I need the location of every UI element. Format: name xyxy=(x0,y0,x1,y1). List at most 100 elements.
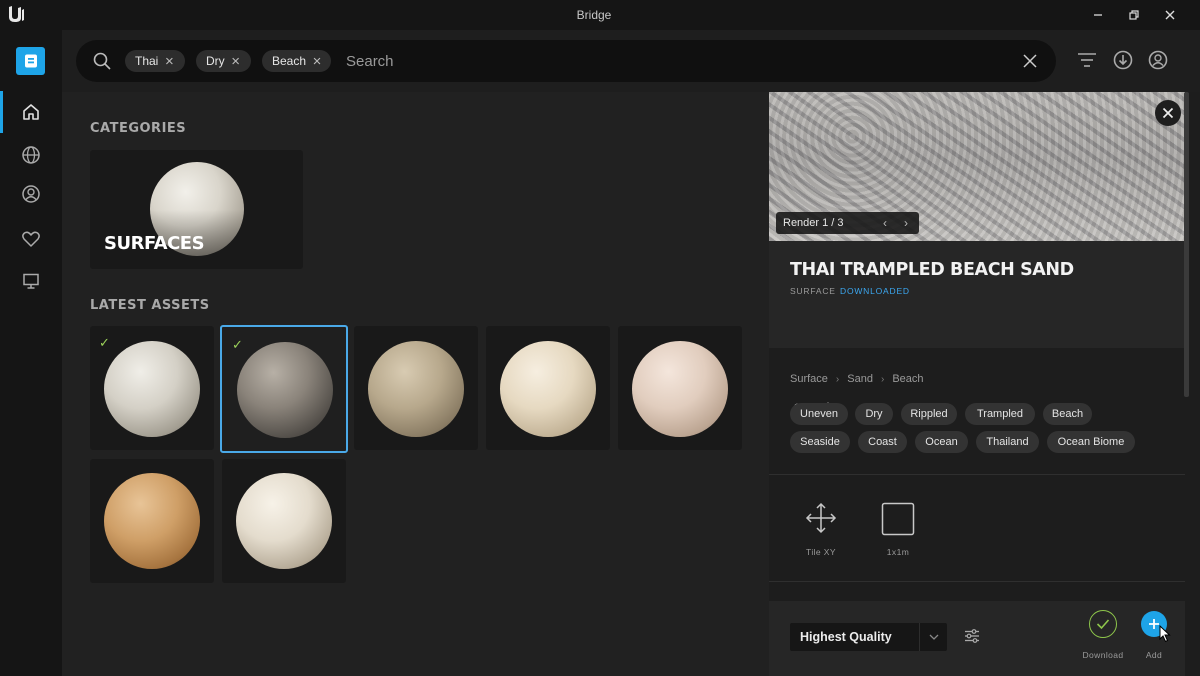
render-pager: Render 1 / 3 ‹ › xyxy=(776,212,919,234)
bridge-logo-icon xyxy=(24,54,37,68)
download-button[interactable] xyxy=(1089,610,1117,638)
filter-icon xyxy=(1078,53,1096,67)
asset-tile[interactable] xyxy=(222,459,346,583)
tag-chip[interactable]: Thailand xyxy=(976,431,1039,453)
search-input[interactable] xyxy=(346,48,946,74)
asset-tile[interactable] xyxy=(90,459,214,583)
filter-chip-beach[interactable]: Beach × xyxy=(262,50,331,72)
panel-scrollbar[interactable] xyxy=(1184,92,1189,397)
asset-title-block: THAI TRAMPLED BEACH SAND SURFACE DOWNLOA… xyxy=(769,241,1185,416)
divider xyxy=(769,474,1185,475)
asset-preview-sphere xyxy=(632,341,728,437)
search-bar: Thai × Dry × Beach × xyxy=(76,40,1056,82)
close-icon xyxy=(1023,54,1037,68)
bridge-app: Bridge Thai × Dry × Beach × Search CATEG… xyxy=(0,0,1200,676)
nav-explore[interactable] xyxy=(16,140,46,170)
nav-favorites[interactable] xyxy=(16,224,46,254)
asset-render-preview[interactable]: Render 1 / 3 ‹ › xyxy=(769,92,1185,241)
home-icon xyxy=(23,104,39,120)
clear-search-button[interactable] xyxy=(1020,51,1040,71)
asset-preview-sphere xyxy=(236,473,332,569)
add-label: Add xyxy=(1145,650,1163,660)
user-icon xyxy=(1148,50,1168,70)
chevron-down-icon[interactable] xyxy=(919,623,947,651)
tag-chip[interactable]: Trampled xyxy=(965,403,1035,425)
chevron-right-icon: › xyxy=(880,373,885,385)
tag-chip[interactable]: Seaside xyxy=(790,431,850,453)
monitor-icon xyxy=(23,273,39,289)
breadcrumb-item[interactable]: Surface xyxy=(790,373,828,385)
search-header: Thai × Dry × Beach × xyxy=(62,30,1200,92)
move-arrows-icon xyxy=(805,502,837,534)
filter-chip-dry[interactable]: Dry × xyxy=(196,50,251,72)
close-icon xyxy=(1162,107,1174,119)
tag-chip[interactable]: Dry xyxy=(855,403,893,425)
tile-xy-label: Tile XY xyxy=(806,547,836,557)
minimize-button[interactable] xyxy=(1088,6,1108,24)
asset-tile[interactable] xyxy=(618,326,742,450)
chip-label: Beach xyxy=(272,54,307,68)
filter-chip-thai[interactable]: Thai × xyxy=(125,50,185,72)
asset-preview-sphere xyxy=(104,473,200,569)
nav-account[interactable] xyxy=(16,179,46,209)
asset-tile[interactable] xyxy=(354,326,478,450)
asset-title: THAI TRAMPLED BEACH SAND xyxy=(790,260,1074,280)
category-label: SURFACES xyxy=(104,233,205,254)
close-icon xyxy=(1165,10,1175,20)
maximize-button[interactable] xyxy=(1124,6,1144,24)
tag-chip[interactable]: Rippled xyxy=(901,403,957,425)
breadcrumb-item[interactable]: Beach xyxy=(892,373,923,385)
home-content: CATEGORIES SURFACES LATEST ASSETS ✓ ✓ xyxy=(62,92,769,676)
category-tile-surfaces[interactable]: SURFACES xyxy=(90,150,303,269)
title-bar: Bridge xyxy=(0,0,1200,30)
square-icon xyxy=(881,502,915,536)
chip-label: Thai xyxy=(135,54,159,68)
quality-select[interactable]: Highest Quality xyxy=(790,623,947,651)
minimize-icon xyxy=(1094,14,1102,16)
breadcrumb-item[interactable]: Sand xyxy=(847,373,873,385)
bridge-logo[interactable] xyxy=(16,47,45,75)
tag-chip[interactable]: Ocean Biome xyxy=(1047,431,1135,453)
profile-button[interactable] xyxy=(1146,48,1170,72)
asset-detail-panel: Render 1 / 3 ‹ › THAI TRAMPLED BEACH SAN… xyxy=(769,92,1200,676)
downloaded-check-icon: ✓ xyxy=(232,337,243,352)
nav-local[interactable] xyxy=(16,266,46,296)
remove-chip-icon[interactable]: × xyxy=(225,50,247,72)
categories-heading: CATEGORIES xyxy=(90,121,187,136)
size-spec xyxy=(868,502,928,541)
tag-chip[interactable]: Coast xyxy=(858,431,907,453)
search-icon[interactable] xyxy=(92,51,112,71)
downloads-button[interactable] xyxy=(1111,48,1135,72)
asset-status: DOWNLOADED xyxy=(840,286,910,296)
nav-rail xyxy=(0,30,62,676)
mouse-cursor-icon xyxy=(1159,625,1171,643)
quality-settings-button[interactable] xyxy=(963,627,981,645)
chevron-right-icon: › xyxy=(835,373,840,385)
chevron-left-icon[interactable]: ‹ xyxy=(876,214,894,232)
tag-chip[interactable]: Ocean xyxy=(915,431,968,453)
chevron-right-icon[interactable]: › xyxy=(897,214,915,232)
nav-home[interactable] xyxy=(16,97,46,127)
remove-chip-icon[interactable]: × xyxy=(306,50,328,72)
asset-preview-sphere xyxy=(500,341,596,437)
size-label: 1x1m xyxy=(886,547,910,557)
close-panel-button[interactable] xyxy=(1155,100,1181,126)
remove-chip-icon[interactable]: × xyxy=(158,50,180,72)
asset-preview-sphere xyxy=(368,341,464,437)
asset-tile[interactable]: ✓ xyxy=(90,326,214,450)
asset-type: SURFACE xyxy=(790,286,836,296)
latest-assets-heading: LATEST ASSETS xyxy=(90,298,210,313)
chip-label: Dry xyxy=(206,54,225,68)
asset-tile-selected[interactable]: ✓ xyxy=(220,325,348,453)
asset-tile[interactable] xyxy=(486,326,610,450)
asset-preview-sphere xyxy=(104,341,200,437)
download-footer: Highest Quality Download Add xyxy=(769,601,1185,676)
close-window-button[interactable] xyxy=(1160,6,1180,24)
filter-button[interactable] xyxy=(1075,48,1099,72)
user-icon xyxy=(22,185,40,203)
breadcrumb: Surface › Sand › Beach xyxy=(790,373,924,385)
tag-chip[interactable]: Uneven xyxy=(790,403,848,425)
tile-xy-spec xyxy=(791,502,851,539)
tag-chip[interactable]: Beach xyxy=(1043,403,1092,425)
render-counter: Render 1 / 3 xyxy=(783,217,844,229)
